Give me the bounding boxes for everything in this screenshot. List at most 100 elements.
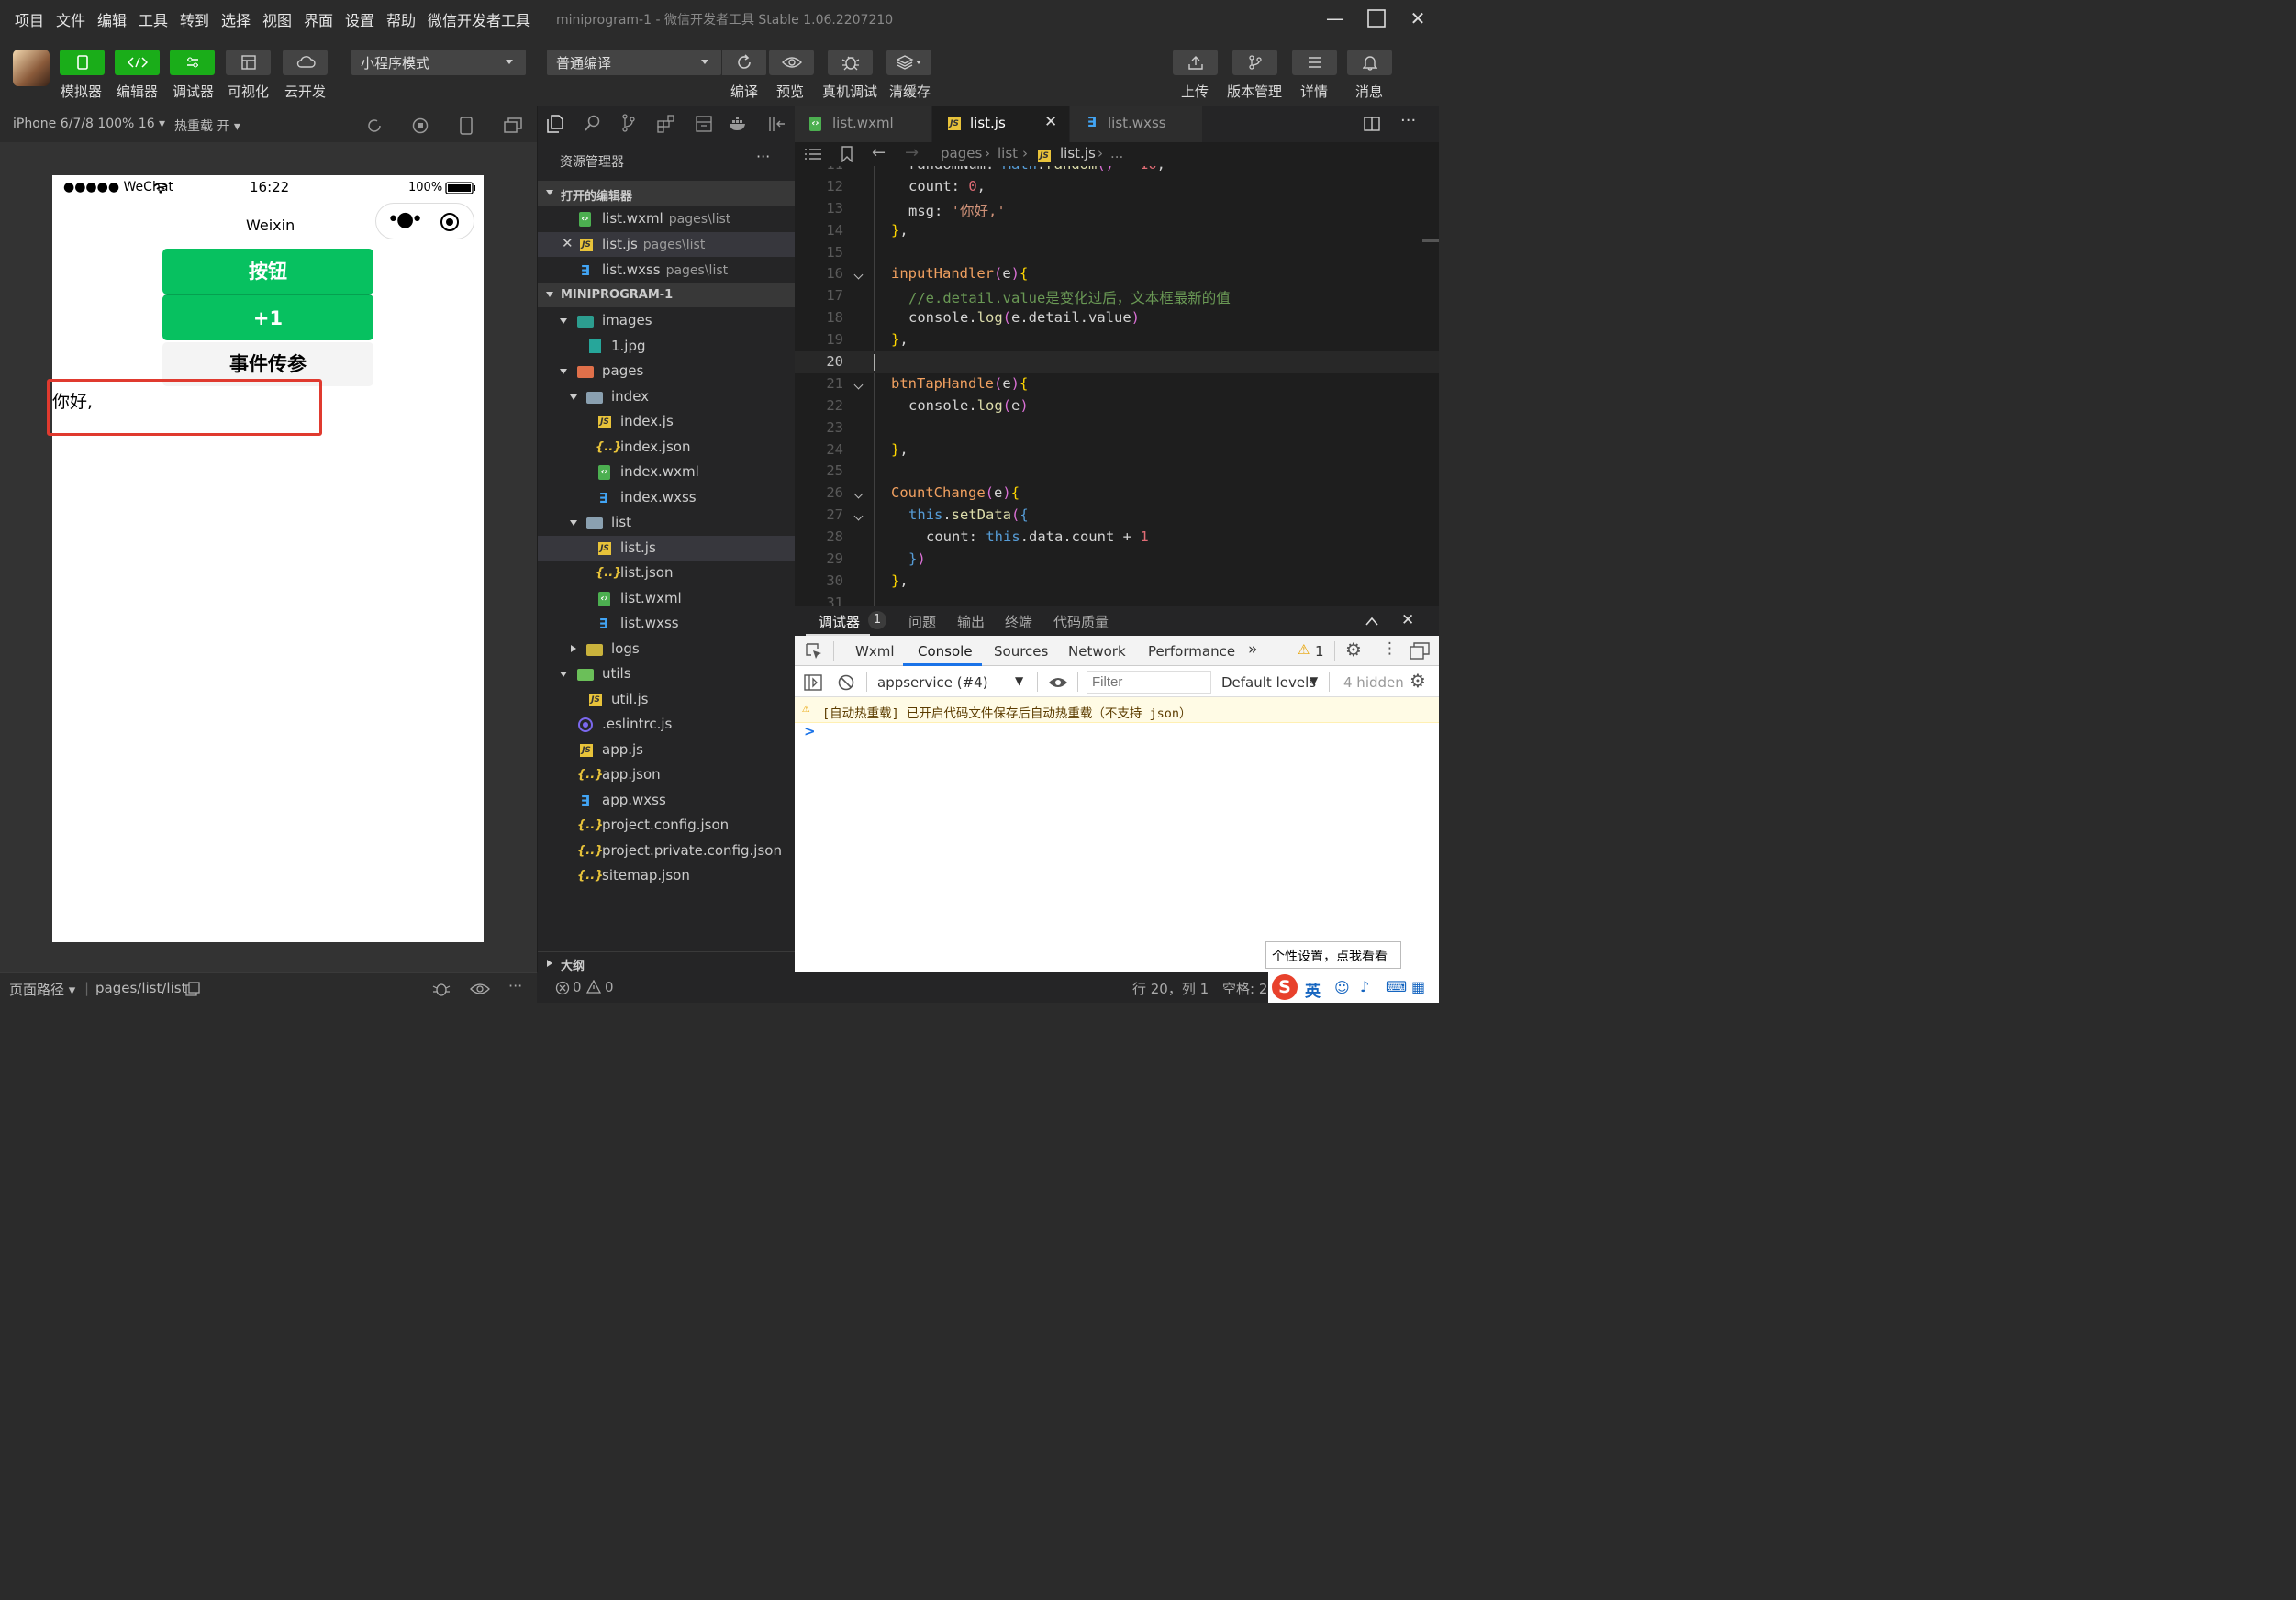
tree-file[interactable]: {..} list.json xyxy=(538,561,796,585)
close-icon[interactable]: ✕ xyxy=(562,235,574,251)
minimize-button[interactable]: — xyxy=(1321,6,1349,31)
search-icon[interactable] xyxy=(585,115,601,131)
menu-view[interactable]: 视图 xyxy=(262,8,292,30)
tree-folder[interactable]: list xyxy=(538,510,796,535)
eye-icon[interactable] xyxy=(470,983,490,995)
tree-file[interactable]: JS util.js xyxy=(538,687,796,712)
tab-output[interactable]: 输出 xyxy=(957,612,985,631)
grid-icon[interactable]: ▦ xyxy=(1411,978,1425,995)
capsule-close-icon[interactable] xyxy=(440,212,460,232)
tree-file[interactable]: 1.jpg xyxy=(538,334,796,359)
page-path-select[interactable]: 页面路径 ▾ xyxy=(9,980,75,999)
list-icon[interactable] xyxy=(804,148,822,161)
tooltip[interactable]: 个性设置，点我看看 xyxy=(1265,941,1401,969)
menu-help[interactable]: 帮助 xyxy=(386,8,416,30)
tree-file[interactable]: ∃ index.wxss xyxy=(538,485,796,510)
sidebar-toggle-icon[interactable] xyxy=(804,674,822,691)
tree-folder[interactable]: images xyxy=(538,308,796,333)
menu-wechat-devtools[interactable]: 微信开发者工具 xyxy=(428,8,530,30)
tab-list-wxss[interactable]: ∃ list.wxss xyxy=(1070,106,1203,142)
eye-icon[interactable] xyxy=(1048,676,1068,689)
context-select[interactable]: appservice (#4) ▼ xyxy=(875,667,1031,697)
preview-button[interactable] xyxy=(769,50,814,75)
fold-chevron-icon[interactable] xyxy=(853,489,864,499)
menu-select[interactable]: 选择 xyxy=(221,8,251,30)
maximize-button[interactable] xyxy=(1363,6,1390,31)
bug-icon[interactable] xyxy=(431,980,451,998)
open-editor-item[interactable]: ‹› list.wxml pages\list xyxy=(538,206,796,231)
bookmark-icon[interactable] xyxy=(841,146,853,162)
tab-list-js[interactable]: JS list.js ✕ xyxy=(932,106,1070,142)
tab-network[interactable]: Network xyxy=(1068,643,1126,660)
tree-file[interactable]: ∃ list.wxss xyxy=(538,611,796,636)
cloud-button[interactable] xyxy=(283,50,328,75)
warning-icon[interactable] xyxy=(586,980,601,994)
menu-edit[interactable]: 编辑 xyxy=(97,8,127,30)
settings-gear-icon[interactable]: ⚙ xyxy=(1345,639,1362,661)
tab-performance[interactable]: Performance xyxy=(1148,643,1235,660)
warning-count[interactable]: 1 xyxy=(1315,643,1324,660)
more-icon[interactable]: ··· xyxy=(508,977,522,994)
details-button[interactable] xyxy=(1292,50,1337,75)
collapse-panel-icon[interactable] xyxy=(768,116,786,132)
chevron-up-icon[interactable] xyxy=(1365,617,1378,626)
plus-one-button[interactable]: +1 xyxy=(162,294,373,340)
project-section[interactable]: MINIPROGRAM-1 xyxy=(538,283,796,307)
menu-project[interactable]: 项目 xyxy=(15,8,44,30)
docker-icon[interactable] xyxy=(729,117,749,131)
tree-file[interactable]: ‹› list.wxml xyxy=(538,586,796,611)
inspect-icon[interactable] xyxy=(806,643,822,660)
cursor-position[interactable]: 行 20，列 1 xyxy=(1132,979,1209,998)
device-icon[interactable] xyxy=(460,117,473,135)
scrollbar-marker[interactable] xyxy=(1422,239,1439,242)
filter-input[interactable] xyxy=(1087,671,1211,694)
error-count[interactable]: 0 xyxy=(573,979,582,995)
tree-file[interactable]: ∃ app.wxss xyxy=(538,788,796,813)
tab-list-wxml[interactable]: ‹› list.wxml xyxy=(795,106,932,142)
tree-folder[interactable]: utils xyxy=(538,661,796,686)
tree-file[interactable]: {..} project.private.config.json xyxy=(538,839,796,863)
dock-icon[interactable] xyxy=(1410,642,1430,661)
open-editors-section[interactable]: 打开的编辑器 xyxy=(538,181,796,206)
tree-file[interactable]: ‹› index.wxml xyxy=(538,460,796,484)
open-editor-item[interactable]: ∃ list.wxss pages\list xyxy=(538,258,796,283)
compile-select[interactable]: 普通编译 xyxy=(547,50,721,75)
tab-code-quality[interactable]: 代码质量 xyxy=(1053,612,1109,631)
storage-icon[interactable] xyxy=(696,116,712,132)
tab-wxml[interactable]: Wxml xyxy=(855,643,895,660)
device-select[interactable]: iPhone 6/7/8 100% 16 ▾ xyxy=(13,117,165,131)
kebab-menu-icon[interactable]: ⋮ xyxy=(1382,639,1398,658)
source-control-icon[interactable] xyxy=(621,114,636,132)
tree-file[interactable]: JS app.js xyxy=(538,738,796,762)
indent-setting[interactable]: 空格: 2 xyxy=(1222,979,1267,998)
copy-icon[interactable] xyxy=(185,982,200,996)
close-panel-icon[interactable]: ✕ xyxy=(1401,611,1414,629)
capsule-menu[interactable]: •●• xyxy=(375,203,474,239)
tree-file-selected[interactable]: JS list.js xyxy=(538,536,796,561)
breadcrumb-item[interactable]: list.js xyxy=(1060,145,1096,161)
tree-folder[interactable]: logs xyxy=(538,637,796,661)
editor-more-icon[interactable]: ··· xyxy=(1400,111,1416,130)
ime-toolbar[interactable]: S 英 ☺ ♪ ⌨ ▦ xyxy=(1268,972,1439,1003)
fold-chevron-icon[interactable] xyxy=(853,511,864,521)
detach-window-icon[interactable] xyxy=(504,117,522,134)
tree-file[interactable]: {..} sitemap.json xyxy=(538,863,796,888)
mic-icon[interactable]: ♪ xyxy=(1360,978,1369,995)
editor-button[interactable] xyxy=(115,50,160,75)
tree-file[interactable]: {..} project.config.json xyxy=(538,813,796,838)
simulator-button[interactable] xyxy=(60,50,105,75)
close-window-button[interactable]: ✕ xyxy=(1404,6,1432,31)
tree-file[interactable]: {..} index.json xyxy=(538,435,796,460)
close-tab-icon[interactable]: ✕ xyxy=(1044,113,1057,131)
menu-goto[interactable]: 转到 xyxy=(180,8,209,30)
remote-debug-button[interactable] xyxy=(828,50,873,75)
settings-gear-icon[interactable]: ⚙ xyxy=(1410,670,1426,692)
extensions-icon[interactable] xyxy=(657,115,675,133)
tree-file[interactable]: .eslintrc.js xyxy=(538,712,796,737)
tab-debugger[interactable]: 调试器 xyxy=(819,612,860,631)
code-area[interactable]: 11randomNum: Math.random() * 10, 12count… xyxy=(795,166,1439,606)
upload-button[interactable] xyxy=(1173,50,1218,75)
files-icon[interactable] xyxy=(547,115,563,133)
fold-chevron-icon[interactable] xyxy=(853,270,864,280)
forward-arrow-icon[interactable]: → xyxy=(905,143,919,162)
